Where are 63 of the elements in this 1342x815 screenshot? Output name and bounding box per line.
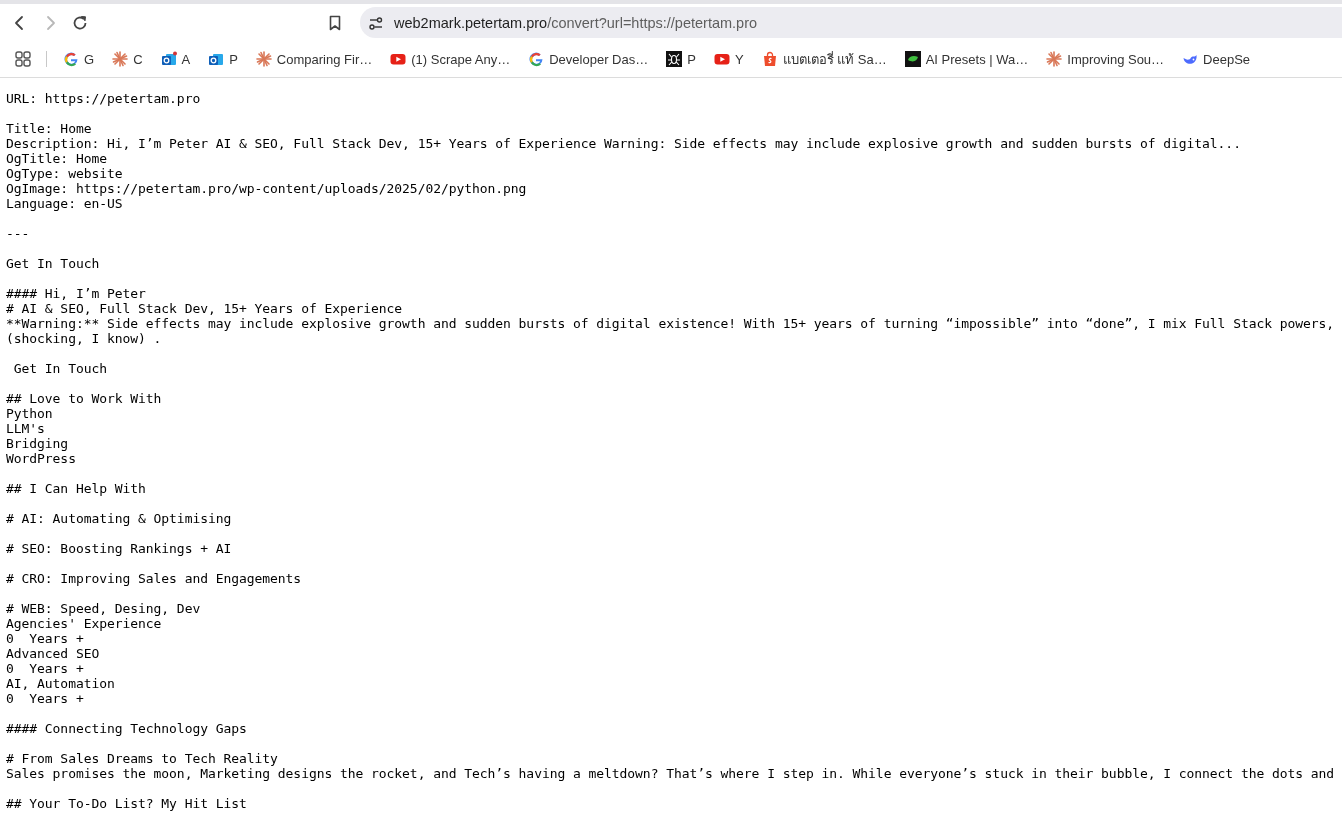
text-line: Advanced SEO	[6, 646, 100, 661]
bookmark[interactable]: AI Presets | Wa…	[900, 47, 1033, 71]
text-line: WordPress	[6, 451, 76, 466]
bookmark[interactable]: DeepSe	[1178, 47, 1255, 71]
video-play-icon	[390, 51, 407, 67]
bug-icon	[666, 51, 683, 67]
text-line: # From Sales Dreams to Tech Reality	[6, 751, 278, 766]
text-line: # CRO: Improving Sales and Engagements	[6, 571, 302, 586]
video-play-icon	[713, 51, 730, 67]
text-line: Python	[6, 406, 53, 421]
leaf-icon	[904, 51, 921, 67]
bookmark[interactable]: (1) Scrape Any…	[386, 47, 515, 71]
url-text: web2mark.petertam.pro/convert?url=https://petertam.pro	[394, 14, 758, 31]
bookmark[interactable]: แบตเตอรี่ แท้ Sa…	[757, 44, 891, 74]
bookmark[interactable]: Developer Das…	[524, 47, 653, 71]
bookmark[interactable]: A	[156, 47, 195, 71]
text-line: URL: https://petertam.pro	[6, 91, 201, 106]
text-line: #### Connecting Technology Gaps	[6, 721, 247, 736]
text-line: OgTitle: Home	[6, 151, 107, 166]
mail-icon	[208, 51, 225, 67]
text-line: #### Hi, I’m Peter	[6, 286, 146, 301]
text-line: # WEB: Speed, Desing, Dev	[6, 601, 201, 616]
reload-icon[interactable]	[71, 13, 89, 32]
text-line: Get In Touch	[12, 361, 107, 376]
text-line: # AI & SEO, Full Stack Dev, 15+ Years of Experience	[6, 301, 403, 316]
address-bar[interactable]: web2mark.petertam.pro/convert?url=https://petertam.pro	[360, 7, 1342, 38]
text-line: ---	[6, 226, 30, 241]
text-line: OgImage: https://petertam.pro/wp-content/uploads/2025/02/python.png	[6, 181, 527, 196]
text-line: OgType: website	[6, 166, 123, 181]
bookmark[interactable]: Y	[709, 47, 748, 71]
shopping-bag-icon	[761, 51, 778, 67]
text-line: Get In Touch	[6, 256, 100, 271]
starburst-icon	[112, 51, 129, 67]
text-line: Agencies' Experience	[6, 616, 162, 631]
bookmark[interactable]: P	[204, 47, 242, 71]
text-line: 0 Years +	[6, 691, 84, 706]
google-icon	[63, 51, 79, 67]
text-line: Title: Home	[6, 121, 92, 136]
text-line: **Warning:** Side effects may include explosive growth and sudden bursts of digital existence! With 15+ years of turning “impossible” into “done”, I mix Full Stack powers,	[6, 316, 1335, 331]
text-line: (shocking, I know) .	[6, 331, 162, 346]
mail-icon	[160, 51, 177, 67]
text-line: ## I Can Help With	[6, 481, 146, 496]
text-line: Sales promises the moon, Marketing designs the rocket, and Tech’s having a meltdown? That’s where I step in. While everyone’s stuck in their bubble, I connect the dots and	[6, 766, 1335, 781]
google-icon	[528, 51, 545, 67]
text-line: 0 Years +	[6, 631, 84, 646]
starburst-icon	[255, 51, 272, 67]
bookmark[interactable]: Improving Sou…	[1042, 47, 1169, 71]
text-line: ## Love to Work With	[6, 391, 162, 406]
bookmark[interactable]: C	[108, 47, 147, 71]
text-line: AI, Automation	[6, 676, 115, 691]
text-line: 0 Years +	[6, 661, 84, 676]
text-line: ## Your To-Do List? My Hit List	[6, 796, 247, 811]
text-line: Language: en-US	[6, 196, 123, 211]
bookmark[interactable]: G	[59, 47, 99, 71]
bookmark[interactable]: Comparing Fir…	[251, 47, 377, 71]
starburst-icon	[1046, 51, 1063, 67]
site-settings-icon[interactable]	[368, 14, 384, 31]
text-line: Description: Hi, I’m Peter AI & SEO, Full Stack Dev, 15+ Years of Experience Warning: Side effects may include explosive growth and sudden bursts of digital...	[6, 136, 1241, 151]
text-line: # AI: Automating & Optimising	[6, 511, 232, 526]
text-line: Bridging	[6, 436, 69, 451]
bookmark[interactable]: P	[662, 47, 700, 71]
text-line: LLM's	[6, 421, 45, 436]
text-line: # SEO: Boosting Rankings + AI	[6, 541, 232, 556]
